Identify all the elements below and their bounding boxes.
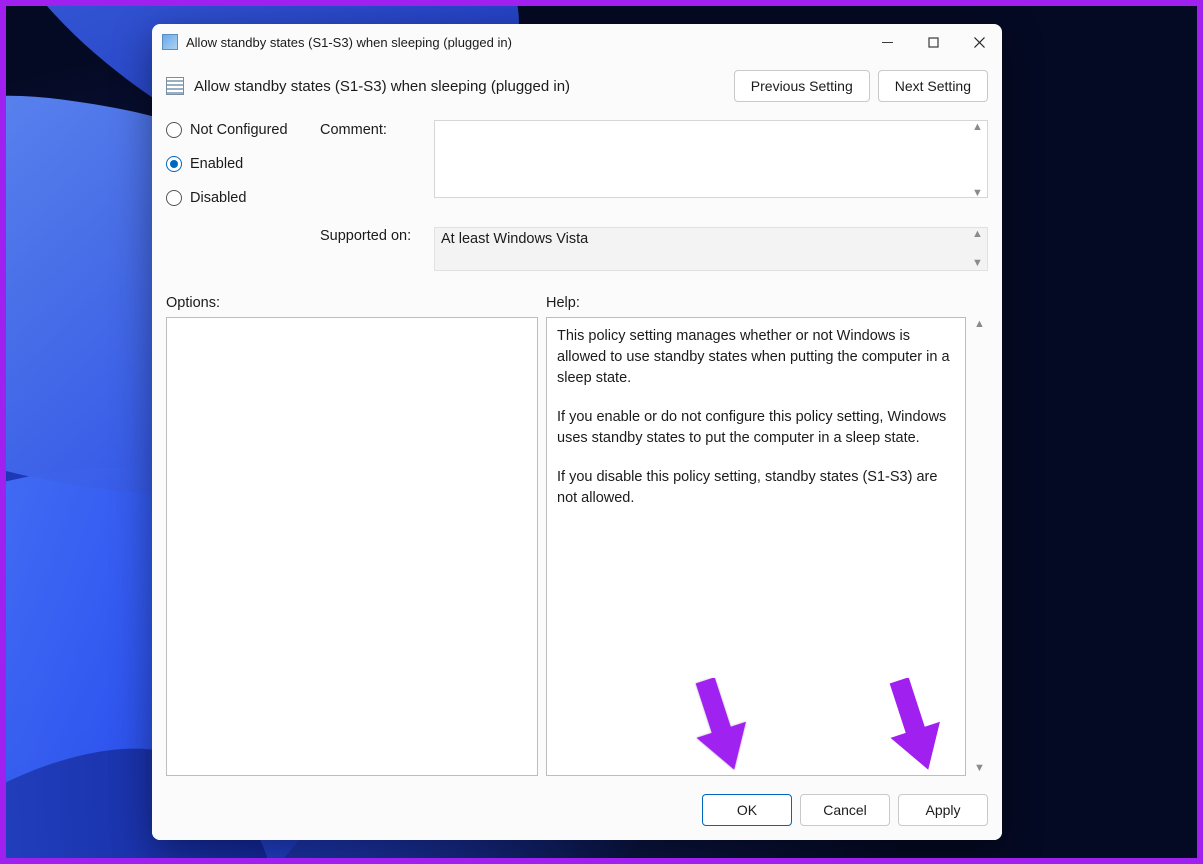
supported-on-value: At least Windows Vista — [441, 231, 588, 247]
titlebar: Allow standby states (S1-S3) when sleepi… — [152, 24, 1002, 60]
radio-disabled[interactable]: Disabled — [166, 190, 316, 206]
help-panel: This policy setting manages whether or n… — [546, 317, 966, 776]
policy-dialog: Allow standby states (S1-S3) when sleepi… — [152, 24, 1002, 840]
help-paragraph: If you enable or do not configure this p… — [557, 407, 955, 449]
scroll-up-icon: ▲ — [974, 319, 988, 330]
radio-icon — [166, 122, 182, 138]
radio-not-configured[interactable]: Not Configured — [166, 122, 316, 138]
close-button[interactable] — [956, 24, 1002, 60]
radio-label: Disabled — [190, 190, 246, 206]
options-label: Options: — [166, 295, 538, 311]
radio-label: Not Configured — [190, 122, 288, 138]
supported-label: Supported on: — [320, 228, 430, 244]
window-title: Allow standby states (S1-S3) when sleepi… — [186, 35, 864, 50]
help-paragraph: This policy setting manages whether or n… — [557, 326, 955, 389]
apply-button[interactable]: Apply — [898, 794, 988, 826]
radio-enabled[interactable]: Enabled — [166, 156, 316, 172]
options-panel — [166, 317, 538, 776]
dialog-action-bar: OK Cancel Apply — [152, 784, 1002, 840]
radio-icon — [166, 190, 182, 206]
previous-setting-button[interactable]: Previous Setting — [734, 70, 870, 102]
policy-icon — [166, 77, 184, 95]
cancel-button[interactable]: Cancel — [800, 794, 890, 826]
comment-label: Comment: — [320, 122, 430, 202]
window-icon — [162, 34, 178, 50]
minimize-button[interactable] — [864, 24, 910, 60]
scroll-down-icon: ▼ — [974, 763, 988, 774]
next-setting-button[interactable]: Next Setting — [878, 70, 988, 102]
help-paragraph: If you disable this policy setting, stan… — [557, 467, 955, 509]
radio-label: Enabled — [190, 156, 243, 172]
state-radio-group: Not Configured Enabled Disabled — [166, 120, 316, 271]
supported-on-box: At least Windows Vista — [434, 227, 988, 271]
maximize-button[interactable] — [910, 24, 956, 60]
policy-title: Allow standby states (S1-S3) when sleepi… — [194, 78, 724, 95]
comment-textarea[interactable] — [434, 120, 988, 198]
radio-icon — [166, 156, 182, 172]
policy-header: Allow standby states (S1-S3) when sleepi… — [152, 60, 1002, 116]
help-label: Help: — [546, 295, 580, 311]
ok-button[interactable]: OK — [702, 794, 792, 826]
